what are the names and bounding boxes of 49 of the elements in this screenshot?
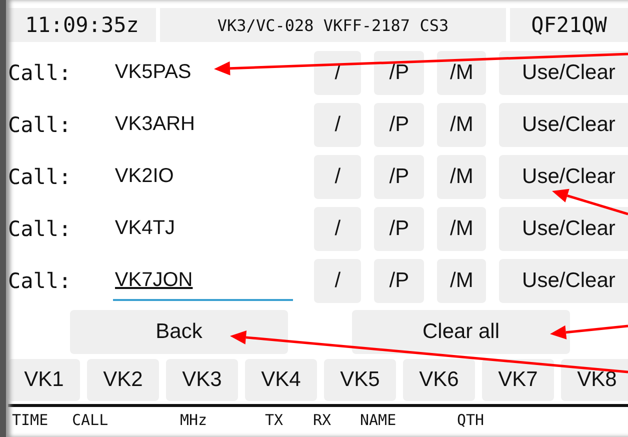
log-column-header: TIME xyxy=(12,411,50,429)
log-column-header: MHz xyxy=(180,411,208,429)
call-input[interactable]: VK7JON xyxy=(112,261,293,301)
back-button[interactable]: Back xyxy=(70,310,288,354)
call-input[interactable]: VK4TJ xyxy=(112,209,293,249)
prefix-key[interactable]: VK4 xyxy=(245,359,317,401)
suffix-button[interactable]: /P xyxy=(374,51,424,95)
suffix-button[interactable]: /P xyxy=(374,103,424,147)
suffix-button[interactable]: /M xyxy=(436,103,486,147)
suffix-button[interactable]: /P xyxy=(374,207,424,251)
prefix-key[interactable]: VK3 xyxy=(166,359,238,401)
call-label: Call: xyxy=(8,113,72,137)
call-input[interactable]: VK5PAS xyxy=(112,53,293,93)
use-clear-button[interactable]: Use/Clear xyxy=(499,207,628,251)
prefix-key[interactable]: VK5 xyxy=(324,359,396,401)
log-column-header: NAME xyxy=(360,411,398,429)
call-label: Call: xyxy=(8,61,72,85)
suffix-button[interactable]: / xyxy=(314,155,362,199)
suffix-button[interactable]: / xyxy=(314,259,362,303)
reference-label: VK3/VC-028 VKFF-2187 CS3 xyxy=(160,8,506,42)
call-label: Call: xyxy=(8,165,72,189)
log-column-header: RX xyxy=(313,411,332,429)
utc-time: 11:09:35z xyxy=(8,8,156,42)
log-column-header: QTH xyxy=(457,411,486,429)
use-clear-button[interactable]: Use/Clear xyxy=(499,103,628,147)
prefix-key[interactable]: VK2 xyxy=(87,359,159,401)
use-clear-button[interactable]: Use/Clear xyxy=(499,155,628,199)
suffix-button[interactable]: /M xyxy=(436,259,486,303)
use-clear-button[interactable]: Use/Clear xyxy=(499,51,628,95)
call-input[interactable]: VK3ARH xyxy=(112,105,293,145)
call-label: Call: xyxy=(8,269,72,293)
clear-all-button[interactable]: Clear all xyxy=(352,310,570,354)
suffix-button[interactable]: /P xyxy=(374,259,424,303)
suffix-button[interactable]: /M xyxy=(436,51,486,95)
use-clear-button[interactable]: Use/Clear xyxy=(499,259,628,303)
call-input[interactable]: VK2IO xyxy=(112,157,293,197)
suffix-button[interactable]: / xyxy=(314,207,362,251)
prefix-key[interactable]: VK1 xyxy=(8,359,80,401)
log-column-header: TX xyxy=(265,411,284,429)
call-label: Call: xyxy=(8,217,72,241)
prefix-key[interactable]: VK7 xyxy=(482,359,554,401)
locator-label: QF21QW xyxy=(510,8,628,42)
suffix-button[interactable]: / xyxy=(314,103,362,147)
prefix-key[interactable]: VK6 xyxy=(403,359,475,401)
log-column-header: CALL xyxy=(72,411,110,429)
suffix-button[interactable]: /P xyxy=(374,155,424,199)
suffix-button[interactable]: /M xyxy=(436,207,486,251)
suffix-button[interactable]: /M xyxy=(436,155,486,199)
prefix-key[interactable]: VK8 xyxy=(561,359,628,401)
